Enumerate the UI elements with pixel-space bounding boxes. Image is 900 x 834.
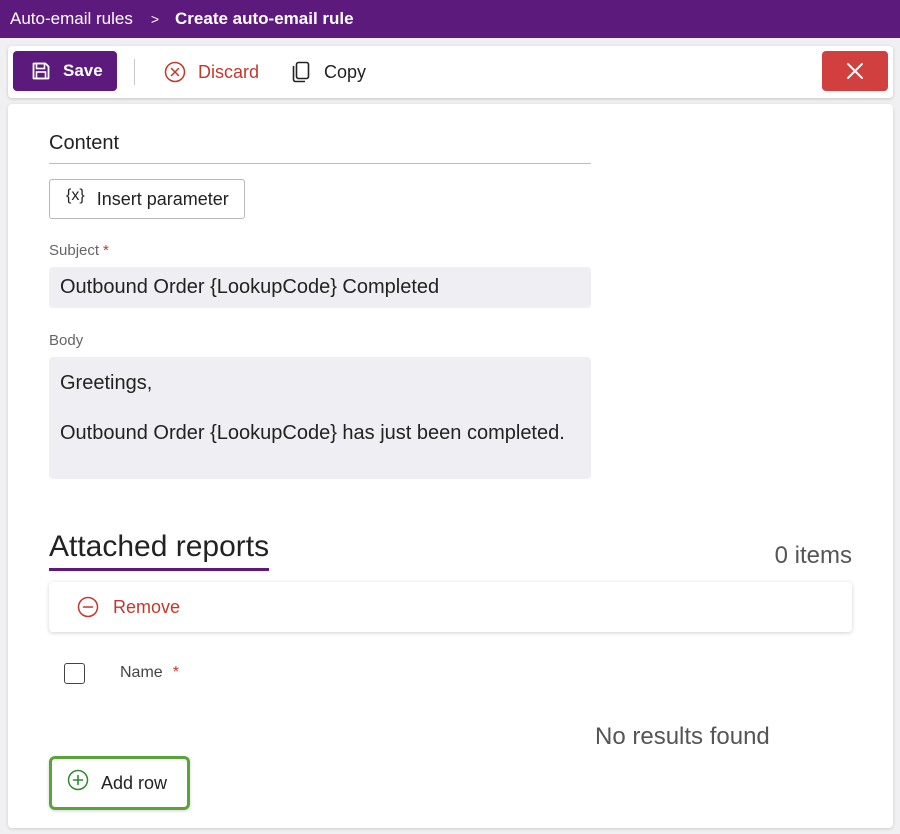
breadcrumb-parent[interactable]: Auto-email rules <box>10 9 133 29</box>
remove-icon <box>77 596 99 618</box>
copy-button-label: Copy <box>324 61 367 82</box>
add-row-button[interactable]: Add row <box>49 756 190 810</box>
discard-icon <box>164 61 186 83</box>
save-button[interactable]: Save <box>13 51 117 91</box>
close-icon <box>847 63 863 79</box>
empty-state-text: No results found <box>595 723 770 750</box>
save-icon <box>32 62 50 80</box>
parameter-icon: {x} <box>66 187 85 204</box>
column-header-name-label: Name <box>120 664 163 681</box>
content-section-title: Content <box>49 132 591 164</box>
insert-parameter-label: Insert parameter <box>96 188 229 209</box>
add-row-label: Add row <box>101 772 168 793</box>
attached-reports-title: Attached reports <box>49 530 270 571</box>
remove-button[interactable]: Remove <box>77 592 180 622</box>
title-bar: Auto-email rules > Create auto-email rul… <box>0 0 900 38</box>
copy-icon <box>292 61 310 83</box>
subject-required-mark: * <box>103 242 109 259</box>
discard-button[interactable]: Discard <box>164 56 259 88</box>
action-toolbar: Save Discard Copy <box>8 46 893 98</box>
column-header-name[interactable]: Name * <box>120 664 179 682</box>
items-count: 0 items <box>774 542 852 569</box>
select-all-checkbox[interactable] <box>64 663 85 684</box>
toolbar-divider <box>134 59 135 85</box>
copy-button[interactable]: Copy <box>292 56 366 88</box>
body-label: Body <box>49 332 84 349</box>
reports-grid-toolbar: Remove <box>49 582 852 632</box>
breadcrumb-current: Create auto-email rule <box>175 9 354 28</box>
form-panel: Content {x} Insert parameter Subject * Ou… <box>8 104 893 828</box>
close-button[interactable] <box>822 51 888 91</box>
subject-label: Subject * <box>49 242 109 259</box>
body-textarea[interactable]: Greetings, Outbound Order {LookupCode} h… <box>49 357 591 479</box>
save-button-label: Save <box>63 61 103 80</box>
subject-label-text: Subject <box>49 242 100 259</box>
body-line: Outbound Order {LookupCode} has just bee… <box>60 422 565 444</box>
breadcrumb-separator: > <box>150 11 160 27</box>
add-icon <box>67 769 89 791</box>
discard-button-label: Discard <box>198 61 260 82</box>
remove-button-label: Remove <box>113 596 181 617</box>
insert-parameter-button[interactable]: {x} Insert parameter <box>49 179 245 219</box>
subject-value: Outbound Order {LookupCode} Completed <box>60 276 440 298</box>
column-required-mark: * <box>172 664 179 681</box>
body-line: Greetings, <box>60 372 153 394</box>
subject-input[interactable]: Outbound Order {LookupCode} Completed <box>49 267 591 308</box>
